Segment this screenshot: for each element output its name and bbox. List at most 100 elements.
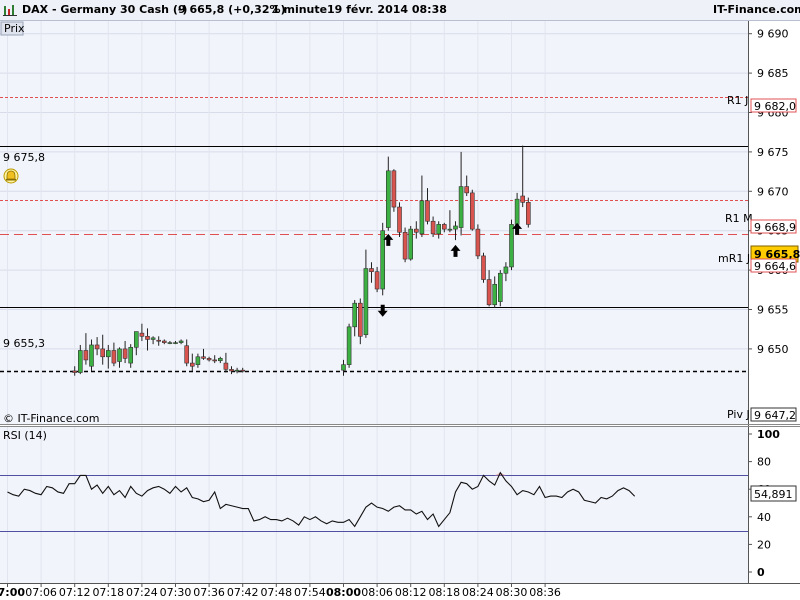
time-tick-label: 07:36	[193, 586, 225, 599]
candle-body	[509, 224, 514, 268]
svg-text:9 682,0: 9 682,0	[754, 100, 796, 113]
candle-body	[481, 255, 486, 280]
candle-body	[464, 186, 470, 194]
candle-body	[369, 268, 374, 272]
candle-body	[212, 359, 217, 362]
price-panel-label: Prix	[4, 22, 25, 35]
pivj-tag: 9 647,2	[750, 407, 797, 422]
candle-body	[106, 350, 111, 358]
candle-body	[218, 358, 223, 362]
candle-body	[94, 344, 100, 350]
candle-body	[436, 224, 442, 235]
time-tick-label: 07:42	[227, 586, 259, 599]
candle-body	[139, 332, 145, 337]
r1j-name: R1 J	[727, 94, 748, 107]
candle-body	[78, 350, 83, 373]
rsi-tick-label: 100	[757, 428, 780, 441]
bell-icon[interactable]	[3, 168, 19, 184]
time-tick-label: 07:48	[260, 586, 292, 599]
candle-body	[525, 202, 531, 225]
candle-body	[134, 331, 139, 348]
candle-body	[475, 228, 481, 257]
candle-body	[145, 335, 150, 340]
price-change: 9 665,8 (+0,32%)	[178, 3, 286, 16]
candle-body	[363, 268, 369, 336]
title-bar: DAX - Germany 30 Cash (-) 9 665,8 (+0,32…	[0, 0, 800, 21]
time-tick-label: 07:00	[0, 586, 25, 599]
candle-body	[469, 192, 475, 230]
candle-body	[72, 370, 77, 373]
time-tick-label: 07:18	[92, 586, 124, 599]
rsi-panel-label: RSI (14)	[3, 429, 47, 442]
candle-body	[184, 345, 189, 364]
candle-body	[346, 326, 352, 365]
candle-body	[167, 342, 173, 344]
candle-body	[425, 200, 430, 222]
upper-line-label: 9 675,8	[3, 151, 45, 164]
candle-body	[240, 369, 245, 372]
candle-body	[374, 271, 380, 290]
svg-text:9 668,9: 9 668,9	[754, 221, 796, 234]
svg-text:9 664,6: 9 664,6	[754, 260, 796, 273]
brand[interactable]: IT-Finance.com	[713, 3, 800, 16]
price-tick-label: 9 655	[757, 304, 789, 317]
timeframe[interactable]: 1 minute	[272, 3, 327, 16]
candle-body	[156, 339, 161, 342]
price-tick-label: 9 690	[757, 28, 789, 41]
price-tick-label: 9 685	[757, 67, 789, 80]
rsi-tick-label: 40	[757, 511, 771, 524]
candle-body	[178, 340, 184, 343]
time-tick-label: 07:06	[25, 586, 57, 599]
candle-body	[206, 358, 212, 361]
candle-body	[486, 279, 492, 306]
rsi-tick-label: 80	[757, 456, 771, 469]
mr1j-tag: 9 664,6	[750, 258, 797, 273]
timestamp: 19 févr. 2014 08:38	[327, 3, 447, 16]
candle-body	[503, 266, 509, 274]
candle-body	[413, 228, 419, 233]
chart-logo-icon	[3, 5, 17, 16]
candle-body	[150, 337, 156, 340]
candle-body	[111, 350, 117, 364]
time-tick-label: 08:24	[462, 586, 494, 599]
candle-body	[441, 224, 447, 230]
time-tick-label: 08:36	[529, 586, 561, 599]
chart-canvas: 9 6509 6559 6609 6659 6709 6759 6809 685…	[0, 21, 800, 599]
candle-body	[397, 206, 402, 233]
candle-body	[162, 340, 167, 343]
price-tick-label: 9 670	[757, 185, 789, 198]
candle-body	[497, 272, 503, 302]
candle-body	[520, 195, 526, 203]
mr1j-name: mR1 J	[718, 252, 750, 265]
time-tick-label: 07:12	[59, 586, 91, 599]
time-tick-label: 08:12	[395, 586, 427, 599]
candle-body	[122, 348, 128, 359]
candle-body	[447, 228, 453, 231]
rsi-last-tag: 54,891	[750, 485, 797, 502]
candle-body	[117, 348, 122, 362]
lower-line-label: 9 655,3	[3, 337, 45, 350]
r1m-name: R1 M	[725, 212, 753, 225]
candle-body	[223, 362, 229, 370]
candle-body	[391, 170, 397, 208]
time-tick-label: 08:00	[326, 586, 361, 599]
candle-body	[385, 170, 391, 228]
candle-body	[419, 200, 425, 235]
candle-body	[458, 186, 464, 228]
price-panel[interactable]	[0, 21, 748, 424]
r1m-tag: 9 668,9	[750, 219, 797, 234]
price-tick-label: 9 675	[757, 146, 789, 159]
candle-body	[128, 347, 133, 364]
candle-body	[352, 302, 358, 328]
time-axis: 07:0007:0607:1207:1807:2407:3007:3607:42…	[0, 583, 561, 599]
candle-body	[229, 369, 234, 372]
svg-text:9 647,2: 9 647,2	[754, 409, 796, 422]
time-tick-label: 08:30	[496, 586, 528, 599]
candle-body	[514, 198, 520, 225]
watermark: © IT-Finance.com	[3, 412, 100, 425]
candle-body	[173, 342, 178, 344]
pivj-name: Piv J	[727, 408, 750, 421]
chart-window: 9 6509 6559 6609 6659 6709 6759 6809 685…	[0, 0, 800, 600]
candle-body	[190, 362, 195, 367]
candle-body	[408, 228, 414, 260]
